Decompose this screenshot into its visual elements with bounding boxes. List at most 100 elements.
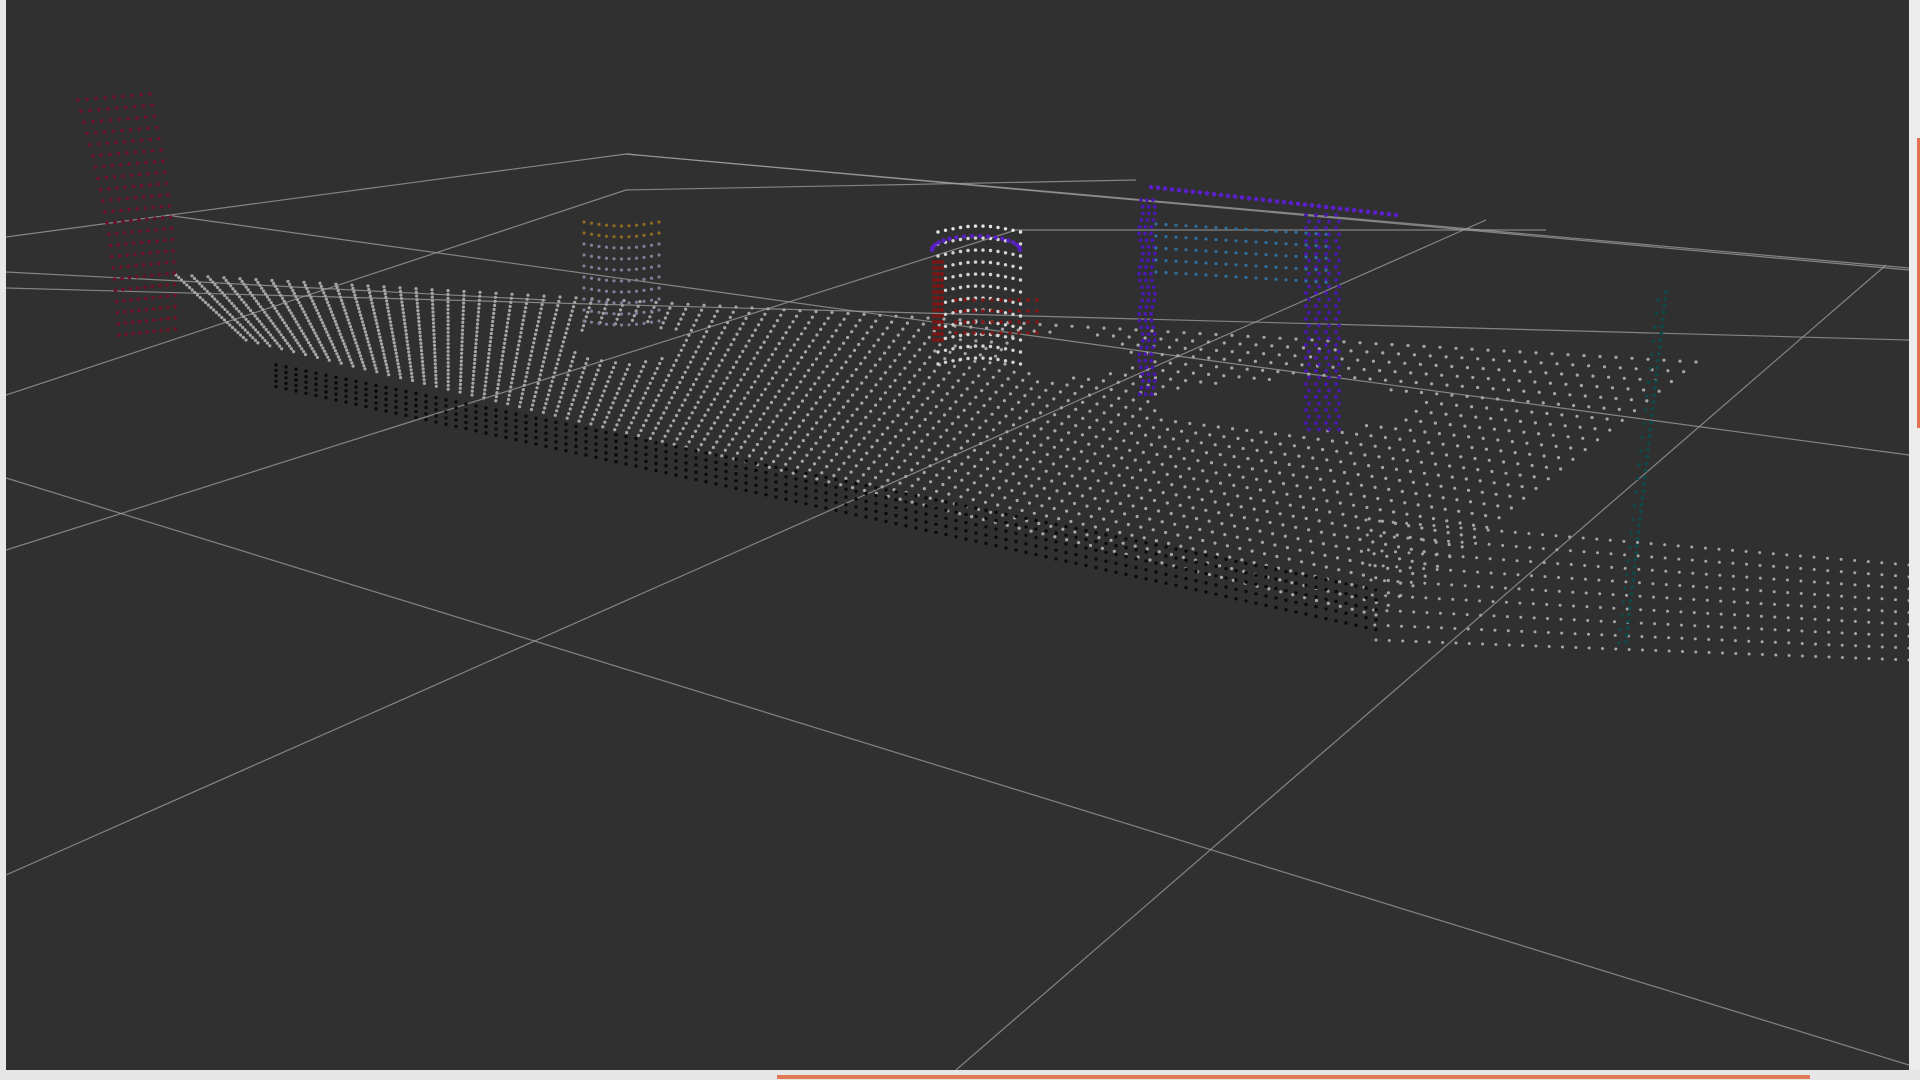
edge-point [454,418,458,422]
floor-point [780,428,784,432]
floor-point [639,369,643,373]
edge-point [344,389,348,393]
floor-point [1389,388,1393,392]
floor-point [999,453,1003,457]
floor-point [550,379,554,384]
floor-point [1718,573,1722,577]
floor-point [720,454,724,458]
box-interior-point [1284,278,1288,282]
edge-point [1104,568,1108,572]
floor-point [1446,531,1450,535]
floor-point [1492,427,1496,431]
floor-point [512,368,516,372]
floor-point [1027,372,1031,376]
floor-point [1439,402,1444,406]
floor-point [823,389,827,393]
floor-point [1441,641,1445,644]
floor-point [1499,449,1503,453]
box-interior-point [1174,223,1178,227]
cylinder-point [649,221,654,225]
cylinder-point [657,264,661,268]
floor-point [662,383,666,387]
pole-point [1654,312,1658,316]
floor-point [781,359,786,364]
box-side-point [1150,265,1154,269]
panel-point [159,204,164,209]
floor-point [1292,444,1296,448]
floor-point [223,293,227,297]
floor-point [1427,440,1431,445]
edge-point [564,435,568,440]
floor-point [1423,430,1427,434]
floor-point [779,313,783,317]
floor-point [1514,545,1518,548]
floor-point [1528,370,1532,374]
floor-point [850,413,854,417]
floor-point [555,308,559,312]
floor-point [1853,559,1857,562]
floor-point [1707,651,1711,654]
floor-point [1502,460,1506,464]
floor-point [1041,532,1045,536]
floor-point [1464,477,1468,481]
floor-point [541,410,546,414]
floor-point [327,303,331,308]
floor-point [1518,601,1522,605]
floor-point [1374,342,1378,346]
floor-point [1450,364,1454,369]
floor-point [1072,457,1076,461]
edge-point [1034,544,1038,548]
floor-point [1602,365,1607,369]
mug-side-point [932,290,936,294]
floor-point [475,326,479,330]
floor-point [345,315,349,319]
floor-point [912,334,916,338]
floor-point [1183,485,1187,489]
floor-point [632,314,636,318]
floor-point [1602,406,1606,410]
floor-point [1342,470,1346,475]
floor-point [534,328,539,332]
edge-point [324,379,328,383]
floor-point [1812,568,1816,571]
cylinder-point [582,297,586,301]
floor-point [637,374,641,378]
floor-point [1072,501,1077,506]
rim-point [977,233,983,239]
panel-point [116,322,121,326]
floor-point [432,340,436,344]
floor-point [571,398,576,402]
right-panel-edge[interactable] [1909,0,1920,1080]
mug-side-point [954,320,958,324]
floor-point [1568,535,1572,539]
edge-point [1214,555,1218,559]
floor-point [1516,462,1520,466]
mug-point [1018,314,1023,318]
point-cloud-scene[interactable] [6,0,1909,1070]
floor-point [256,341,260,345]
floor-point [211,280,215,284]
box-side-point [1143,312,1147,316]
edge-point [1034,552,1038,557]
floor-point [524,301,529,306]
floor-point [545,397,549,401]
edge-point [954,510,958,514]
box-side-point [1324,421,1328,425]
floor-point [656,421,661,425]
floor-point [1153,360,1157,364]
floor-point [932,369,937,373]
floor-point [1287,462,1291,467]
floor-point [827,444,831,448]
box-side-point [1307,401,1311,406]
mug-side-point [999,320,1003,324]
3d-viewport[interactable] [6,0,1909,1070]
floor-point [742,372,746,377]
floor-point [533,337,537,341]
floor-point [703,437,707,441]
floor-point [648,436,653,440]
box-side-point [1140,245,1145,249]
panel-point [94,96,98,101]
floor-point [1284,362,1288,366]
floor-point [1568,549,1572,553]
mug-point [951,323,955,327]
